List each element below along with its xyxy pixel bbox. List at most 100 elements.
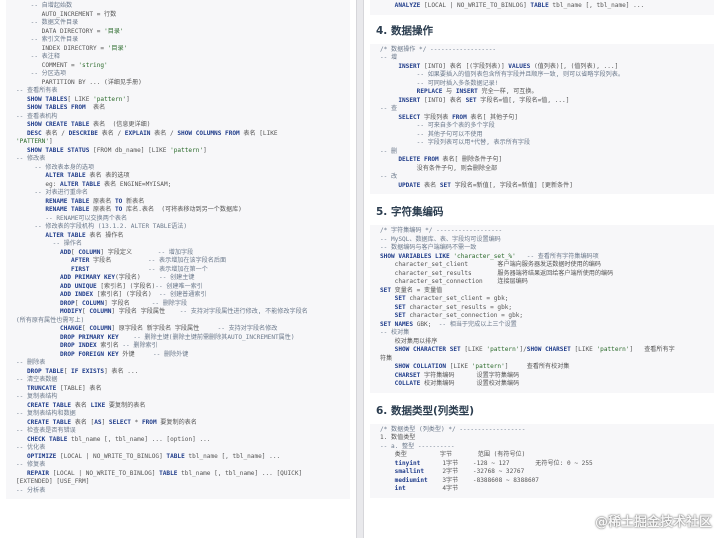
code-token: DELETE FROM: [380, 156, 439, 163]
code-token: SET: [380, 312, 406, 319]
code-token: SHOW CHARSET: [526, 346, 571, 353]
code-token: 完全一样, 可互换。: [477, 88, 538, 95]
code-token: OPTIMIZE: [16, 452, 57, 460]
code-line: ADD[ COLUMN] 字段定义 -- 增加字段: [16, 249, 342, 258]
code-token: [LOCAL | NO_WRITE_TO_BINLOG]: [49, 469, 160, 477]
code-token: 2字节 -32768 ~ 32767: [424, 468, 525, 475]
code-token: SHOW CREATE TABLE: [16, 121, 90, 128]
code-token: 字段名: [89, 257, 149, 264]
code-block-data-types: /* 数据类型 (列类型) */ ------------------ 1. 数值…: [370, 423, 714, 498]
code-line: -- 查: [380, 105, 706, 114]
code-token: 没有条件子句, 则会删除全部: [380, 164, 498, 172]
code-token: CREATE TABLE: [16, 401, 72, 409]
code-line: -- 查看所有表: [16, 87, 342, 96]
code-token: [ LIKE: [67, 95, 94, 103]
code-token: SET: [465, 96, 477, 104]
code-line: SHOW TABLES[ LIKE 'pattern']: [16, 96, 342, 105]
code-line: -- a. 整型 ----------: [380, 443, 706, 452]
code-token: -- 删除外键: [152, 350, 189, 358]
code-token: -- 删除表: [16, 359, 46, 366]
code-line: CREATE TABLE 表名 LIKE 要复制的表名: [16, 402, 342, 411]
code-token: SELECT: [380, 113, 421, 121]
code-token: -- 删除主键(删除主键前需删除其AUTO_INCREMENT属性): [133, 333, 295, 341]
code-token: PARTITION BY ... (详细见手册): [16, 78, 142, 86]
code-token: INSERT: [380, 62, 421, 70]
code-line: DELETE FROM 表名[ 删除条件子句]: [380, 156, 706, 165]
code-token: [LOCAL | NO_WRITE_TO_BINLOG]: [56, 452, 167, 460]
code-token: -- 改: [380, 173, 398, 180]
code-line: ALTER TABLE 表名 表的选项: [16, 172, 342, 181]
code-token: -- 删除索引: [122, 342, 158, 349]
code-line: mediumint 3字节 -8388608 ~ 8388607: [380, 477, 706, 486]
code-token: -- 可同时插入多条数据记录!: [380, 79, 499, 87]
code-line: DROP FOREIGN KEY 外键 -- 删除外键: [16, 351, 342, 360]
code-line: -- 改: [380, 173, 706, 182]
code-line: SELECT 字段列表 FROM 表名[ 其他子句]: [380, 114, 706, 123]
code-token: SHOW TABLE STATUS: [16, 146, 90, 154]
code-token: ] 表名 ...: [104, 367, 139, 375]
code-token: -- 检查表是否有错误: [16, 427, 76, 434]
code-token: -- 清空表数据: [16, 376, 58, 383]
code-token: VALUES: [508, 62, 531, 70]
code-token: SHOW TABLES: [16, 95, 68, 103]
code-token: smallint: [380, 468, 425, 475]
code-token: 校对集编码 设置校对集编码: [420, 380, 520, 387]
heading-data-operations: 4. 数据操作: [376, 24, 433, 37]
code-token: DROP: [16, 299, 75, 307]
code-token: INDEX DIRECTORY =: [16, 44, 108, 52]
code-line: -- 自增起始数: [16, 2, 342, 11]
code-line: SHOW TABLES FROM 表名: [16, 104, 342, 113]
code-line: SET character_set_client = gbk;: [380, 295, 706, 304]
code-token: -- 分析表: [16, 486, 46, 494]
code-token: 外键: [118, 350, 153, 358]
code-line: -- 复制表结构和数据: [16, 410, 342, 419]
code-token: TABLE: [530, 2, 549, 9]
code-token: -- 创建主键: [159, 274, 195, 281]
code-line: -- 表注释: [16, 53, 342, 62]
code-token: 1. 数值类型: [380, 434, 416, 441]
code-token: tbl_name [, tbl_name] ... [option] ...: [67, 435, 211, 443]
code-token: -- 字段列表可以用*代替, 表示所有字段: [380, 139, 531, 146]
code-token: DESCRIBE: [68, 129, 98, 137]
code-token: COLUMN: [89, 308, 112, 315]
code-line: PARTITION BY ... (详细见手册): [16, 79, 342, 88]
code-line: -- 操作名: [16, 240, 342, 249]
code-line: eg: ALTER TABLE 表名 ENGINE=MYISAM;: [16, 181, 342, 190]
code-token: AS: [94, 418, 102, 426]
code-token: -- 修改表本身的选项: [16, 163, 95, 171]
code-line: -- 修改表的字段机构 (13.1.2. ALTER TABLE语法): [16, 223, 342, 232]
code-token: ]: [126, 95, 130, 103]
code-line: CHECK TABLE tbl_name [, tbl_name] ... [o…: [16, 436, 342, 445]
code-token: 要复制的表名: [156, 418, 197, 426]
code-line: -- 校对集: [380, 329, 706, 338]
code-token: ]/: [519, 346, 527, 353]
code-token: [LIKE: [570, 346, 597, 353]
code-token: 4字节: [405, 485, 459, 492]
code-token: 表名 表的选项: [85, 172, 130, 179]
code-line: ADD UNIQUE [索引名] (字段名)-- 创建唯一索引: [16, 283, 342, 292]
code-line: ADD INDEX [索引名] (字段名) -- 创建普通索引: [16, 291, 342, 300]
code-line: INSERT [INTO] 表名 SET 字段名=值[, 字段名=值, ...]: [380, 97, 706, 106]
code-token: DROP PRIMARY KEY: [16, 333, 119, 341]
code-line: REPLACE 与 INSERT 完全一样, 可互换。: [380, 88, 706, 97]
code-token: -- 表注释: [16, 53, 60, 60]
code-token: -- 增: [380, 54, 398, 61]
code-line: -- 修改表本身的选项: [16, 164, 342, 173]
code-token: ALTER TABLE: [60, 180, 101, 188]
code-token: -- 修改表: [16, 155, 46, 162]
code-token: AUTO_INCREMENT = 行数: [16, 10, 117, 18]
code-token: 'pattern': [596, 346, 630, 353]
code-token: 表名[ 删除条件子句]: [438, 156, 503, 163]
code-line: -- 查看表机构: [16, 113, 342, 122]
code-token: 表名 /: [41, 129, 69, 137]
code-line: int 4字节: [380, 485, 706, 494]
code-line: ANALYZE [LOCAL | NO_WRITE_TO_BINLOG] TAB…: [380, 2, 706, 11]
code-token: -- 校对集: [380, 329, 410, 336]
left-page: -- 自增起始数 AUTO_INCREMENT = 行数 -- 数据文件目录 D…: [0, 0, 357, 538]
code-token: -- 优化表: [16, 444, 46, 451]
code-token: ]: [49, 138, 53, 145]
code-token: 字段名=值[, 字段名=值, ...]: [476, 96, 570, 104]
code-token: -- 自增起始数: [16, 2, 73, 9]
code-token: ADD: [16, 248, 72, 256]
